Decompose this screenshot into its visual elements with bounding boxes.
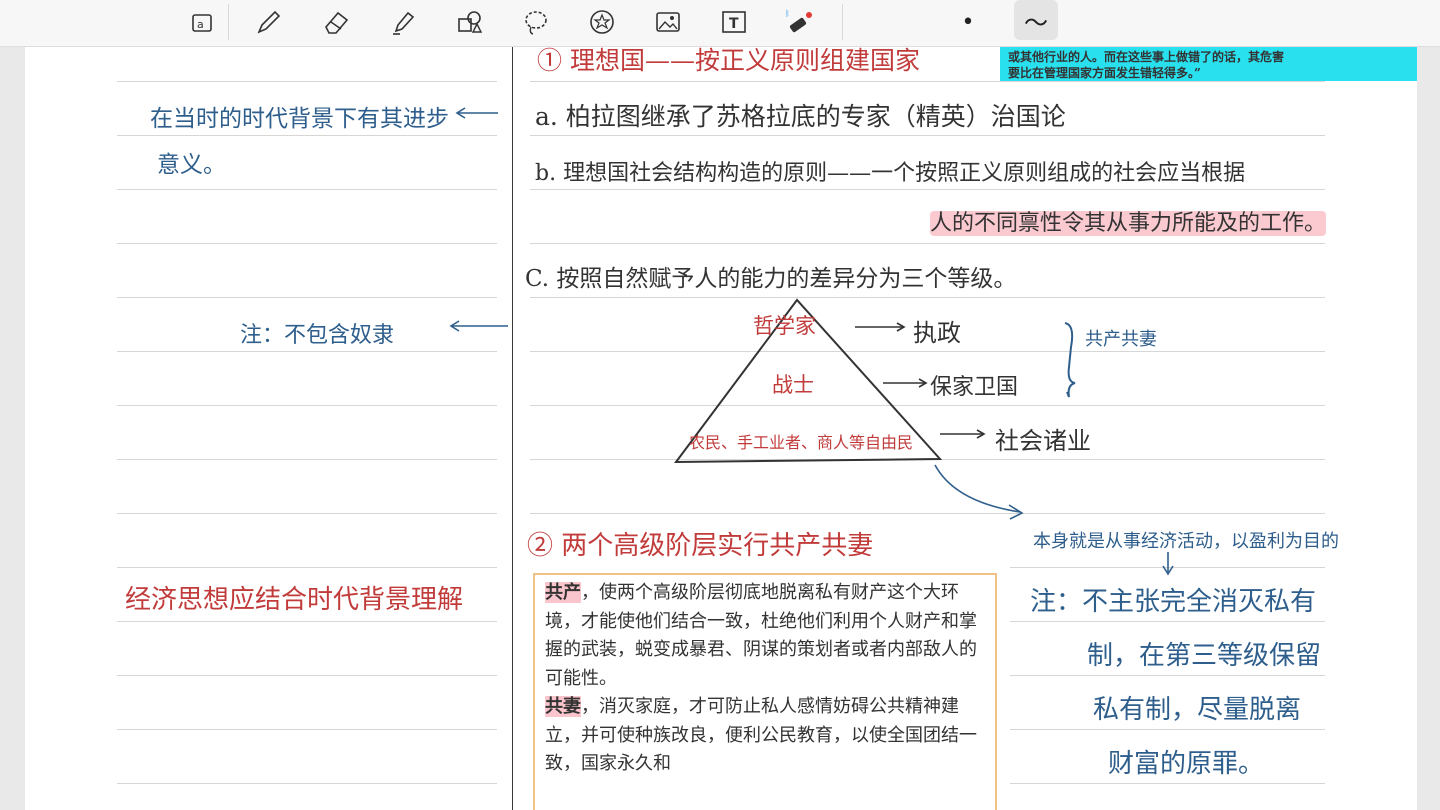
tier-warriors: 战士	[772, 373, 814, 397]
pen-size-label: •	[961, 9, 975, 35]
tier-free-citizens: 农民、手工业者、商人等自由民	[689, 433, 914, 452]
pen-size-dot[interactable]: •	[950, 4, 986, 40]
lasso-select-icon[interactable]: a	[184, 4, 220, 40]
text-icon[interactable]: T	[716, 4, 752, 40]
brace-note-communal: 共产共妻	[1085, 329, 1157, 350]
excerpt-paragraph-1: 共产，使两个高级阶层彻底地脱离私有财产这个大环境，才能使他们结合一致，杜绝他们利…	[545, 582, 977, 689]
heading-communal-property: ② 两个高级阶层实行共产共妻	[527, 531, 874, 561]
right-note-private-property-line3: 私有制，尽量脱离	[1093, 695, 1302, 725]
svg-text:a: a	[197, 18, 204, 31]
shapes-icon[interactable]	[452, 4, 488, 40]
eraser-icon[interactable]	[318, 4, 354, 40]
svg-text:T: T	[729, 16, 739, 32]
highlighter-icon[interactable]	[385, 4, 421, 40]
toolbar: a T ᛒ • ～	[0, 0, 1440, 47]
right-note-private-property-line4: 财富的原罪。	[1108, 749, 1265, 779]
keyword-communal-property: 共产	[545, 582, 581, 603]
role-defend: 保家卫国	[930, 375, 1019, 400]
tier-philosophers: 哲学家	[753, 314, 816, 338]
svg-text:ᛒ: ᛒ	[785, 9, 790, 18]
right-note-private-property-line2: 制，在第三等级保留	[1087, 641, 1322, 671]
notebook-page: 或其他行业的人。而在这些事上做错了的话，其危害 要比在管理国家方面发生错轻得多。…	[25, 47, 1417, 810]
role-trades: 社会诸业	[995, 427, 1091, 455]
laser-pointer-icon[interactable]: ᛒ	[782, 4, 818, 40]
keyword-communal-wives: 共妻	[545, 696, 581, 717]
excerpt-paragraph-2: 共妻，消灭家庭，才可防止私人感情妨碍公共精神建立，并可使种族改良，便利公民教育，…	[545, 696, 977, 774]
image-icon[interactable]	[650, 4, 686, 40]
role-govern: 执政	[913, 319, 961, 347]
lasso-icon[interactable]	[518, 4, 554, 40]
right-note-private-property-line1: 注：不主张完全消灭私有	[1030, 587, 1317, 617]
sticker-icon[interactable]	[584, 4, 620, 40]
textbook-excerpt: 共产，使两个高级阶层彻底地脱离私有财产这个大环境，才能使他们结合一致，杜绝他们利…	[533, 573, 997, 810]
stroke-style-label: ～	[1024, 8, 1048, 37]
pen-icon[interactable]	[250, 4, 286, 40]
stroke-style-button[interactable]: ～	[1014, 0, 1058, 40]
right-note-economic-activity: 本身就是从事经济活动，以盈利为目的	[1033, 531, 1339, 552]
